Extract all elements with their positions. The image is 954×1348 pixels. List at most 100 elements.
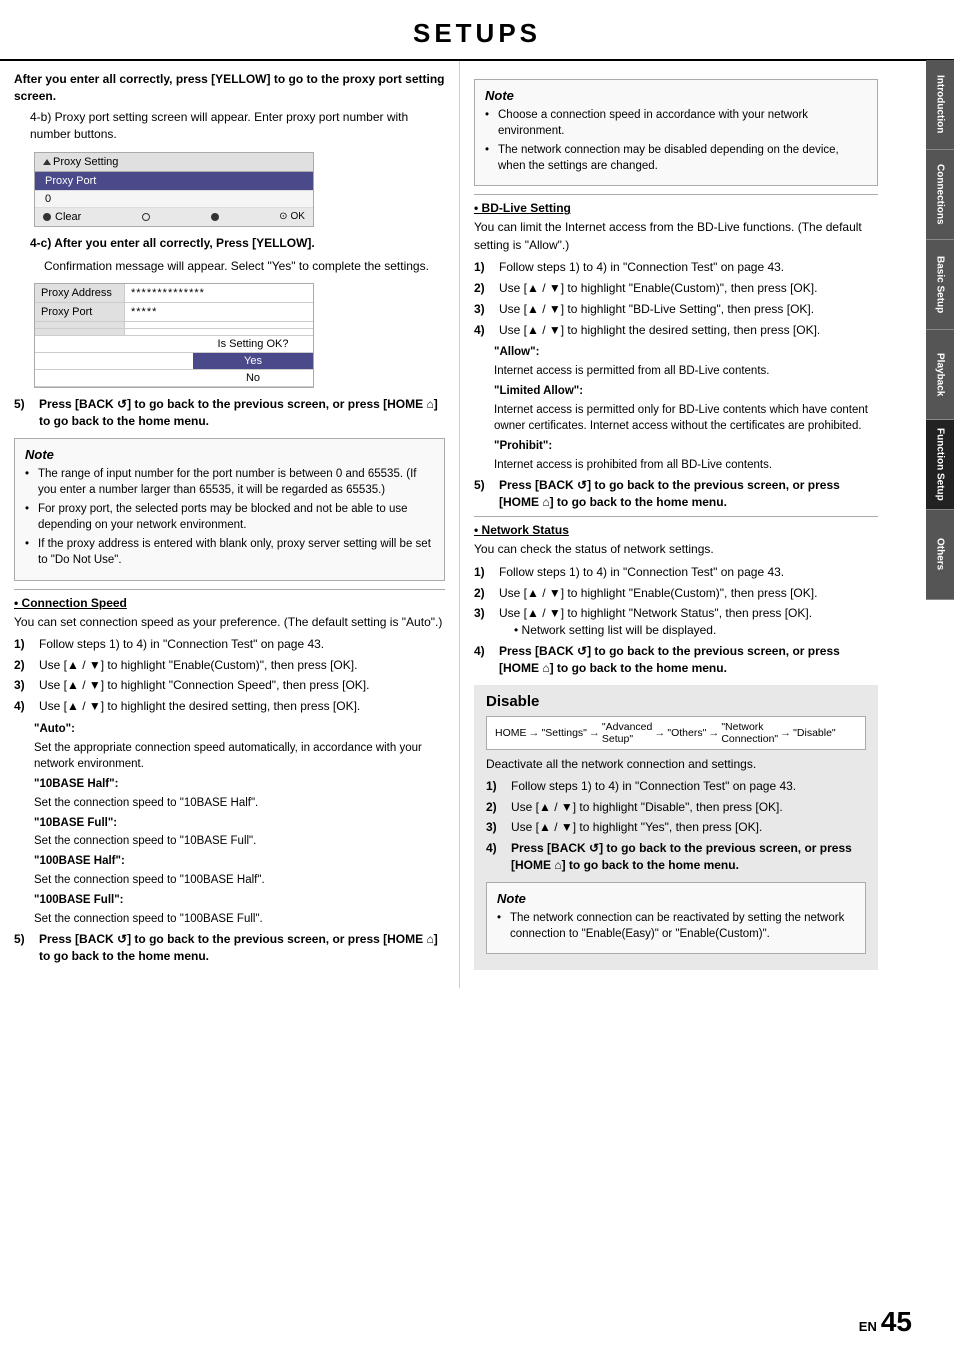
nav-arrow-4: → — [780, 727, 791, 739]
addr-value-3 — [125, 329, 313, 335]
addr-value-0: ************** — [125, 284, 313, 302]
disable-note-item-0: • The network connection can be reactiva… — [497, 910, 855, 942]
nav-arrow-1: → — [589, 727, 600, 739]
middle-dot — [142, 213, 150, 221]
dis-step-3-num: 3) — [486, 819, 506, 836]
disable-note-bullet-0: • — [497, 910, 505, 942]
note-text-1: For proxy port, the selected ports may b… — [38, 501, 434, 533]
disable-note-text-0: The network connection can be reactivate… — [510, 910, 855, 942]
popup-no-row: No — [35, 370, 313, 387]
disable-note-box: Note • The network connection can be rea… — [486, 882, 866, 954]
cs-step-2-num: 2) — [14, 657, 34, 674]
connection-speed-label: • — [14, 596, 22, 610]
cs-step-4-text: Use [▲ / ▼] to highlight the desired set… — [39, 698, 445, 715]
addr-row-1: Proxy Port ***** — [35, 303, 313, 322]
page-number: 45 — [881, 1306, 912, 1338]
bd-step-3: 3) Use [▲ / ▼] to highlight "BD-Live Set… — [474, 301, 878, 318]
ns-step-1-num: 1) — [474, 564, 494, 581]
bd-setting-2-desc: Internet access is prohibited from all B… — [494, 457, 878, 473]
cs-step5-group: 5) Press [BACK ↺] to go back to the prev… — [14, 931, 445, 965]
proxy-screen-title: Proxy Setting — [53, 156, 118, 168]
divider-3 — [474, 516, 878, 517]
bd-step-1-num: 1) — [474, 259, 494, 276]
cs-step-1-num: 1) — [14, 636, 34, 653]
disable-intro: Deactivate all the network connection an… — [486, 756, 866, 773]
nav-network-connection: "NetworkConnection" — [721, 721, 778, 745]
bd-step-3-text: Use [▲ / ▼] to highlight "BD-Live Settin… — [499, 301, 878, 318]
left-column: After you enter all correctly, press [YE… — [0, 61, 460, 988]
tab-introduction[interactable]: Introduction — [926, 60, 954, 150]
bd-setting-0-label: "Allow": — [494, 344, 878, 361]
bd-step-5: 5) Press [BACK ↺] to go back to the prev… — [474, 477, 878, 511]
bd-live-steps: 1) Follow steps 1) to 4) in "Connection … — [474, 259, 878, 338]
screen-footer: Clear ⊙ OK — [35, 208, 313, 226]
ok-btn: ⊙ OK — [279, 211, 305, 222]
addr-row-0: Proxy Address ************** — [35, 284, 313, 303]
step5-group: 5) Press [BACK ↺] to go back to the prev… — [14, 396, 445, 430]
circle-dot2-icon — [211, 213, 219, 221]
address-screen: Proxy Address ************** Proxy Port … — [34, 283, 314, 388]
network-status-intro: You can check the status of network sett… — [474, 541, 878, 558]
tab-connections[interactable]: Connections — [926, 150, 954, 240]
bd-setting-1: "Limited Allow": Internet access is perm… — [494, 383, 878, 434]
note-item-2: • If the proxy address is entered with b… — [25, 536, 434, 568]
connection-speed-intro: You can set connection speed as your pre… — [14, 614, 445, 631]
addr-label-1: Proxy Port — [35, 303, 125, 321]
ns-step-2: 2) Use [▲ / ▼] to highlight "Enable(Cust… — [474, 585, 878, 602]
cs-step-3-text: Use [▲ / ▼] to highlight "Connection Spe… — [39, 677, 445, 694]
right-note-bullet-0: • — [485, 107, 493, 139]
popup-yes: Yes — [193, 353, 313, 369]
bd-setting-0-desc: Internet access is permitted from all BD… — [494, 363, 878, 379]
side-tabs: Introduction Connections Basic Setup Pla… — [926, 60, 954, 600]
bd-setting-2-label: "Prohibit": — [494, 438, 878, 455]
nav-settings: "Settings" — [542, 727, 587, 739]
cs-setting-2-label: "10BASE Full": — [34, 815, 445, 832]
cs-setting-4-label: "100BASE Full": — [34, 892, 445, 909]
nav-advanced: "AdvancedSetup" — [602, 721, 652, 745]
proxy-port-screen: Proxy Setting Proxy Port 0 Clear ⊙ OK — [34, 152, 314, 227]
bd-live-bullet: • — [474, 201, 482, 215]
bd-step-4-num: 4) — [474, 322, 494, 339]
disable-heading: Disable — [486, 693, 866, 710]
ns-step-3-num: 3) — [474, 605, 494, 639]
ns-step-4-text: Press [BACK ↺] to go back to the previou… — [499, 643, 878, 677]
second-dot — [211, 213, 219, 221]
cs-setting-0: "Auto": Set the appropriate connection s… — [34, 721, 445, 772]
tri-icon — [43, 159, 51, 165]
disable-steps: 1) Follow steps 1) to 4) in "Connection … — [486, 778, 866, 874]
cs-setting-4-desc: Set the connection speed to "100BASE Ful… — [34, 911, 445, 927]
tab-basic-setup[interactable]: Basic Setup — [926, 240, 954, 330]
bd-live-title: BD-Live Setting — [482, 201, 571, 215]
cs-step-5: 5) Press [BACK ↺] to go back to the prev… — [14, 931, 445, 965]
cs-setting-3: "100BASE Half": Set the connection speed… — [34, 853, 445, 888]
bd-step-3-num: 3) — [474, 301, 494, 318]
cs-setting-0-desc: Set the appropriate connection speed aut… — [34, 740, 445, 772]
cs-setting-2-desc: Set the connection speed to "10BASE Full… — [34, 833, 445, 849]
ok-label: OK — [291, 211, 305, 222]
right-note-text-0: Choose a connection speed in accordance … — [498, 107, 867, 139]
tab-others[interactable]: Others — [926, 510, 954, 600]
nav-others: "Others" — [667, 727, 706, 739]
step-5: 5) Press [BACK ↺] to go back to the prev… — [14, 396, 445, 430]
bd-setting-2: "Prohibit": Internet access is prohibite… — [494, 438, 878, 473]
dis-step-4-num: 4) — [486, 840, 506, 874]
proxy-port-label: Proxy Port — [35, 172, 313, 191]
right-note-box: Note • Choose a connection speed in acco… — [474, 79, 878, 186]
cs-step-1-text: Follow steps 1) to 4) in "Connection Tes… — [39, 636, 445, 653]
tab-function-setup[interactable]: Function Setup — [926, 420, 954, 510]
sub-4c-bullet: Confirmation message will appear. Select… — [44, 258, 445, 275]
ns-step-3: 3) Use [▲ / ▼] to highlight "Network Sta… — [474, 605, 878, 639]
tab-playback[interactable]: Playback — [926, 330, 954, 420]
ns-step-2-num: 2) — [474, 585, 494, 602]
bd-step-1: 1) Follow steps 1) to 4) in "Connection … — [474, 259, 878, 276]
popup-no: No — [193, 370, 313, 386]
bd-step-2-num: 2) — [474, 280, 494, 297]
dis-step-1-num: 1) — [486, 778, 506, 795]
intro-bold: After you enter all correctly, press [YE… — [14, 71, 445, 106]
connection-speed-title: Connection Speed — [22, 596, 127, 610]
bd-step-5-text: Press [BACK ↺] to go back to the previou… — [499, 477, 878, 511]
addr-label-2 — [35, 322, 125, 328]
addr-label-0: Proxy Address — [35, 284, 125, 302]
ok-circle-icon: ⊙ — [279, 211, 287, 222]
cs-step-4-num: 4) — [14, 698, 34, 715]
